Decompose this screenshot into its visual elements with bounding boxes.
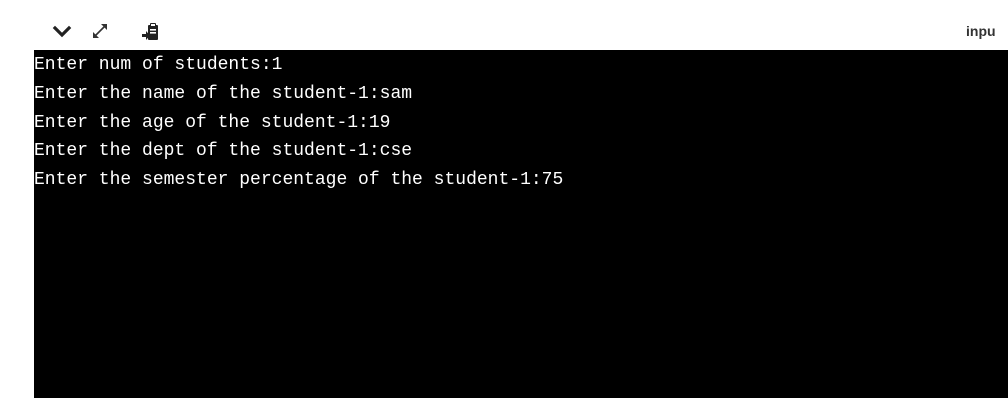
terminal-line: Enter the dept of the student-1:cse [34, 141, 413, 161]
input-tab-label[interactable]: inpu [966, 23, 996, 39]
terminal-output[interactable]: Enter num of students:1 Enter the name o… [34, 50, 1008, 398]
clipboard-icon[interactable] [139, 20, 161, 42]
terminal-line: Enter the semester percentage of the stu… [34, 170, 564, 190]
terminal-line: Enter the name of the student-1:sam [34, 84, 413, 104]
expand-icon[interactable] [89, 20, 111, 42]
terminal-line: Enter the age of the student-1:19 [34, 113, 391, 133]
terminal-line: Enter num of students:1 [34, 55, 283, 75]
toolbar: inpu [0, 0, 1008, 50]
chevron-down-icon[interactable] [51, 20, 73, 42]
